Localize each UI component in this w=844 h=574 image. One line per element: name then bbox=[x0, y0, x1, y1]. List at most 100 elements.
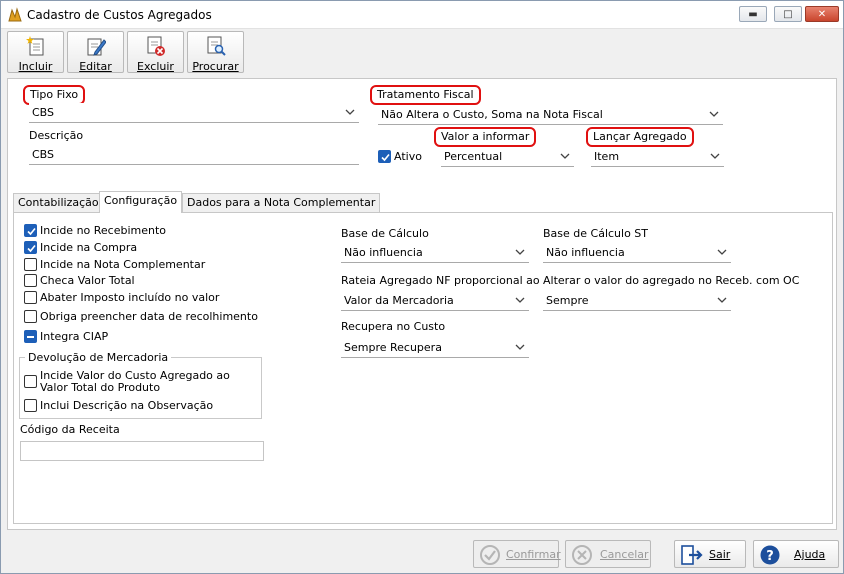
rateia-label: Rateia Agregado NF proporcional ao bbox=[341, 274, 540, 287]
edit-document-icon bbox=[87, 38, 106, 56]
base-calculo-st-select[interactable]: Não influencia bbox=[543, 243, 731, 263]
chevron-down-icon bbox=[717, 297, 727, 303]
alterar-valor-label: Alterar o valor do agregado no Receb. co… bbox=[543, 274, 800, 287]
cancelar-button[interactable]: Cancelar bbox=[565, 540, 651, 568]
base-calculo-label: Base de Cálculo bbox=[341, 227, 429, 240]
base-calculo-st-label: Base de Cálculo ST bbox=[543, 227, 649, 240]
editar-button[interactable]: Editar bbox=[67, 31, 124, 73]
excluir-button[interactable]: Excluir bbox=[127, 31, 184, 73]
minimize-button[interactable]: ▬ bbox=[739, 6, 767, 22]
abater-imposto-checkbox[interactable] bbox=[24, 291, 37, 304]
valor-informar-value: Percentual bbox=[444, 150, 503, 163]
lancar-agregado-select[interactable]: Item bbox=[591, 147, 724, 167]
tab-dados-nota-complementar[interactable]: Dados para a Nota Complementar bbox=[182, 193, 381, 212]
chevron-down-icon bbox=[515, 344, 525, 350]
minimize-icon: ▬ bbox=[748, 8, 758, 20]
ajuda-button[interactable]: ? Ajuda bbox=[753, 540, 839, 568]
tipo-fixo-label: Tipo Fixo bbox=[23, 85, 86, 105]
incide-custo-agregado-checkbox[interactable] bbox=[24, 375, 37, 388]
exit-door-icon bbox=[681, 545, 703, 565]
tab-contabilizacao[interactable]: Contabilização bbox=[13, 193, 104, 212]
chevron-down-icon bbox=[515, 297, 525, 303]
tratamento-fiscal-select[interactable]: Não Altera o Custo, Soma na Nota Fiscal bbox=[378, 105, 723, 125]
alterar-valor-select[interactable]: Sempre bbox=[543, 291, 731, 311]
check-icon bbox=[381, 153, 390, 162]
tab-configuracao[interactable]: Configuração bbox=[99, 191, 183, 213]
toolbar: Incluir Editar Excluir Procurar bbox=[1, 29, 843, 75]
chevron-down-icon bbox=[710, 153, 720, 159]
sair-label: Sair bbox=[709, 548, 731, 561]
chevron-down-icon bbox=[515, 249, 525, 255]
chevron-down-icon bbox=[345, 109, 355, 115]
lancar-agregado-value: Item bbox=[594, 150, 620, 163]
ativo-checkbox[interactable] bbox=[378, 150, 391, 163]
obriga-data-recolhimento-checkbox[interactable] bbox=[24, 310, 37, 323]
incide-nota-complementar-checkbox[interactable] bbox=[24, 258, 37, 271]
title-bar: Cadastro de Custos Agregados ▬ □ ✕ bbox=[1, 1, 843, 29]
new-document-icon bbox=[26, 36, 44, 56]
chevron-down-icon bbox=[717, 249, 727, 255]
incide-custo-agregado-label: Incide Valor do Custo Agregado ao Valor … bbox=[40, 369, 230, 394]
base-calculo-value: Não influencia bbox=[344, 246, 423, 259]
checa-valor-total-label: Checa Valor Total bbox=[40, 274, 135, 287]
search-document-icon bbox=[207, 36, 226, 56]
excluir-label: Excluir bbox=[137, 60, 174, 73]
window-title: Cadastro de Custos Agregados bbox=[27, 8, 212, 22]
check-icon bbox=[27, 244, 36, 253]
base-calculo-st-value: Não influencia bbox=[546, 246, 625, 259]
descricao-value: CBS bbox=[32, 148, 55, 161]
help-icon: ? bbox=[760, 545, 780, 565]
recupera-custo-select[interactable]: Sempre Recupera bbox=[341, 338, 529, 358]
incide-recebimento-label: Incide no Recebimento bbox=[40, 224, 167, 237]
check-circle-icon bbox=[480, 545, 500, 565]
confirmar-label: Confirmar bbox=[506, 548, 561, 561]
app-icon bbox=[7, 7, 23, 23]
tipo-fixo-select[interactable]: CBS bbox=[29, 103, 359, 123]
codigo-receita-input[interactable] bbox=[20, 441, 264, 461]
delete-document-icon bbox=[147, 36, 165, 56]
valor-informar-select[interactable]: Percentual bbox=[441, 147, 574, 167]
chevron-down-icon bbox=[560, 153, 570, 159]
descricao-input[interactable]: CBS bbox=[29, 145, 359, 165]
obriga-data-recolhimento-label: Obriga preencher data de recolhimento bbox=[40, 310, 258, 323]
recupera-custo-value: Sempre Recupera bbox=[344, 341, 442, 354]
rateia-value: Valor da Mercadoria bbox=[344, 294, 454, 307]
check-icon bbox=[27, 227, 36, 236]
svg-text:?: ? bbox=[766, 549, 774, 564]
maximize-button[interactable]: □ bbox=[774, 6, 802, 22]
main-window: Cadastro de Custos Agregados ▬ □ ✕ Inclu… bbox=[0, 0, 844, 574]
sair-button[interactable]: Sair bbox=[674, 540, 746, 568]
confirmar-button[interactable]: Confirmar bbox=[473, 540, 561, 568]
integra-ciap-label: Integra CIAP bbox=[40, 330, 109, 343]
close-icon: ✕ bbox=[817, 8, 827, 20]
ativo-label: Ativo bbox=[394, 150, 422, 163]
maximize-icon: □ bbox=[783, 8, 793, 20]
lancar-agregado-label: Lançar Agregado bbox=[586, 127, 694, 147]
integra-ciap-checkbox[interactable] bbox=[24, 330, 37, 343]
tratamento-fiscal-label: Tratamento Fiscal bbox=[370, 85, 481, 105]
alterar-valor-value: Sempre bbox=[546, 294, 589, 307]
incluir-button[interactable]: Incluir bbox=[7, 31, 64, 73]
tratamento-fiscal-value: Não Altera o Custo, Soma na Nota Fiscal bbox=[381, 108, 603, 121]
cancelar-label: Cancelar bbox=[600, 548, 649, 561]
tipo-fixo-value: CBS bbox=[32, 106, 55, 119]
valor-informar-label: Valor a informar bbox=[434, 127, 537, 147]
inclui-descricao-label: Inclui Descrição na Observação bbox=[40, 399, 214, 412]
close-button[interactable]: ✕ bbox=[805, 6, 839, 22]
procurar-button[interactable]: Procurar bbox=[187, 31, 244, 73]
ajuda-label: Ajuda bbox=[794, 548, 826, 561]
recupera-custo-label: Recupera no Custo bbox=[341, 320, 446, 333]
rateia-select[interactable]: Valor da Mercadoria bbox=[341, 291, 529, 311]
cancel-circle-icon bbox=[572, 545, 592, 565]
base-calculo-select[interactable]: Não influencia bbox=[341, 243, 529, 263]
abater-imposto-label: Abater Imposto incluído no valor bbox=[40, 291, 220, 304]
inclui-descricao-checkbox[interactable] bbox=[24, 399, 37, 412]
incide-compra-checkbox[interactable] bbox=[24, 241, 37, 254]
checa-valor-total-checkbox[interactable] bbox=[24, 274, 37, 287]
editar-label: Editar bbox=[79, 60, 112, 73]
incide-nota-complementar-label: Incide na Nota Complementar bbox=[40, 258, 206, 271]
codigo-receita-label: Código da Receita bbox=[20, 423, 120, 436]
descricao-label: Descrição bbox=[29, 129, 84, 142]
procurar-label: Procurar bbox=[192, 60, 239, 73]
incide-recebimento-checkbox[interactable] bbox=[24, 224, 37, 237]
